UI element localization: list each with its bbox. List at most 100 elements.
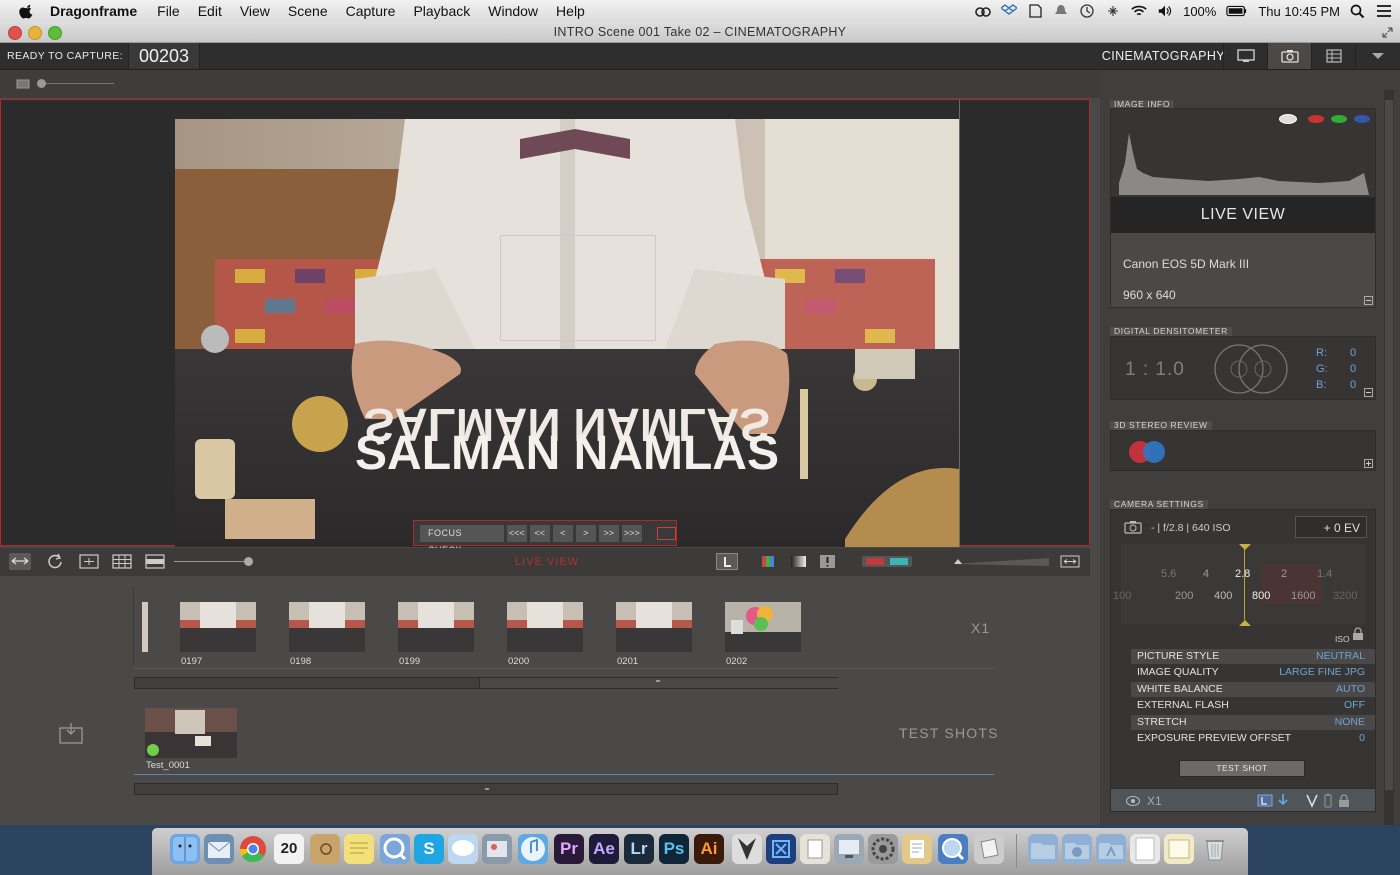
fit-width-icon[interactable]	[1059, 553, 1081, 570]
notes-dock-icon[interactable]	[344, 834, 374, 864]
histogram-blue-toggle[interactable]	[1354, 115, 1370, 123]
nav-first-button[interactable]: <<<	[506, 524, 527, 542]
test-shots-scrollbar[interactable]	[134, 783, 838, 795]
nav-back-button[interactable]: <	[552, 524, 573, 542]
focus-check-button[interactable]: FOCUS CHECK	[420, 524, 504, 555]
ev-compensation-field[interactable]: + 0 EV	[1295, 516, 1367, 538]
setting-row-picture-style[interactable]: PICTURE STYLE NEUTRAL	[1131, 649, 1375, 664]
bluetooth-icon[interactable]	[1105, 4, 1121, 18]
stereo-expand-button[interactable]	[1364, 459, 1373, 468]
zoom-window-button[interactable]	[48, 26, 62, 40]
dragonframe-dock-icon[interactable]	[732, 834, 762, 864]
menu-file[interactable]: File	[157, 3, 180, 19]
onion-skin-slider[interactable]	[174, 561, 250, 562]
onion-skin-handle[interactable]	[244, 557, 253, 566]
notification-bell-icon[interactable]	[1053, 4, 1069, 18]
quicktime-x-dock-icon[interactable]	[938, 834, 968, 864]
menu-scene[interactable]: Scene	[288, 3, 328, 19]
setting-row-exposure-preview-offset[interactable]: EXPOSURE PREVIEW OFFSET 0	[1131, 731, 1375, 746]
setting-row-image-quality[interactable]: IMAGE QUALITY LARGE FINE JPG	[1131, 665, 1375, 680]
menu-playback[interactable]: Playback	[413, 3, 470, 19]
after-effects-dock-icon[interactable]: Ae	[589, 834, 619, 864]
timeline-scroll-thumb[interactable]	[479, 678, 838, 688]
archive-utility-dock-icon[interactable]	[974, 834, 1004, 864]
live-view-viewer[interactable]: SALMAN NAMLAS SALMAN NAMLAS FOCUS CHECK …	[0, 99, 1090, 555]
applications-folder-dock-icon[interactable]	[1028, 834, 1058, 864]
premiere-dock-icon[interactable]: Pr	[554, 834, 584, 864]
lightroom-dock-icon[interactable]: Lr	[624, 834, 654, 864]
stereo-glasses-icon[interactable]	[860, 553, 916, 570]
script-editor-dock-icon[interactable]	[800, 834, 830, 864]
exposure-dial[interactable]: 5.6 4 2.8 2 1.4 100 200 400 800 1600 320…	[1113, 544, 1365, 626]
clock[interactable]: Thu 10:45 PM	[1258, 4, 1340, 19]
menu-edit[interactable]: Edit	[198, 3, 222, 19]
safe-area-icon[interactable]	[78, 553, 100, 570]
fullscreen-icon[interactable]	[1381, 26, 1394, 39]
focus-check-frame[interactable]	[500, 235, 656, 341]
preview-dock-icon[interactable]	[482, 834, 512, 864]
frame-thumb-0202[interactable]	[725, 602, 801, 652]
footer-lock-icon[interactable]	[1337, 793, 1351, 808]
wifi-icon[interactable]	[1131, 4, 1147, 18]
xcode-dock-icon[interactable]	[766, 834, 796, 864]
image-info-collapse-button[interactable]	[1364, 296, 1373, 305]
documents-folder-dock-icon[interactable]	[1096, 834, 1126, 864]
apple-icon[interactable]	[18, 2, 36, 20]
setting-row-external-flash[interactable]: EXTERNAL FLASH OFF	[1131, 698, 1375, 713]
spotlight-search-icon[interactable]	[1350, 4, 1366, 18]
workspace-menu-button[interactable]	[1355, 43, 1400, 69]
battery-icon[interactable]	[1226, 4, 1248, 18]
lock-icon[interactable]	[1351, 627, 1365, 641]
animation-view-button[interactable]	[1223, 43, 1268, 69]
cinematography-view-button[interactable]	[1267, 43, 1312, 69]
warning-icon[interactable]	[817, 553, 839, 570]
frame-thumb-0201[interactable]	[616, 602, 692, 652]
time-machine-icon[interactable]	[1079, 4, 1095, 18]
volume-icon[interactable]	[1157, 4, 1173, 18]
downloads-folder-dock-icon[interactable]	[1062, 834, 1092, 864]
menu-help[interactable]: Help	[556, 3, 585, 19]
viewer-zoom-handle[interactable]	[37, 79, 46, 88]
messages-dock-icon[interactable]	[448, 834, 478, 864]
mail-dock-icon[interactable]	[204, 834, 234, 864]
partial-frame-thumb[interactable]	[142, 602, 148, 652]
recent-file-dock-icon[interactable]	[1130, 834, 1160, 864]
histogram-green-toggle[interactable]	[1331, 115, 1347, 123]
screen-sharing-dock-icon[interactable]	[834, 834, 864, 864]
panel-scrollbar[interactable]	[1384, 90, 1394, 825]
import-test-shot-icon[interactable]	[58, 722, 86, 746]
video-assist-icon[interactable]	[1305, 793, 1319, 808]
frame-thumb-0200[interactable]	[507, 602, 583, 652]
horizontal-flip-button[interactable]	[9, 553, 31, 570]
skype-dock-icon[interactable]: S	[414, 834, 444, 864]
download-arrow-icon[interactable]	[1277, 793, 1289, 808]
trash-dock-icon[interactable]	[1200, 834, 1230, 864]
frame-thumb-0199[interactable]	[398, 602, 474, 652]
frame-thumb-0197[interactable]	[180, 602, 256, 652]
menu-app-name[interactable]: Dragonframe	[50, 3, 137, 19]
photoshop-dock-icon[interactable]: Ps	[659, 834, 689, 864]
textedit-dock-icon[interactable]	[902, 834, 932, 864]
grayscale-icon[interactable]	[788, 553, 810, 570]
stack-dock-icon[interactable]	[1164, 834, 1194, 864]
test-shot-button[interactable]: TEST SHOT	[1179, 760, 1305, 777]
setting-row-white-balance[interactable]: WHITE BALANCE AUTO	[1131, 682, 1375, 697]
letterbox-icon[interactable]	[144, 553, 166, 570]
close-window-button[interactable]	[8, 26, 22, 40]
grid-icon[interactable]	[111, 553, 133, 570]
creative-cloud-icon[interactable]	[975, 4, 991, 18]
histogram-luma-toggle[interactable]	[1279, 114, 1297, 124]
viewer-zoom-slider[interactable]	[38, 83, 114, 84]
xsheet-view-button[interactable]	[1311, 43, 1356, 69]
frame-thumb-0198[interactable]	[289, 602, 365, 652]
dropbox-icon[interactable]	[1001, 4, 1018, 18]
exposure-blend-slider[interactable]	[953, 556, 1053, 568]
itunes-dock-icon[interactable]	[518, 834, 548, 864]
finder-dock-icon[interactable]	[170, 834, 200, 864]
minimize-window-button[interactable]	[28, 26, 42, 40]
focus-rectangle-toggle[interactable]	[656, 526, 676, 540]
live-view-toggle[interactable]	[716, 553, 738, 570]
timeline-scrollbar[interactable]	[134, 677, 838, 689]
notes-icon[interactable]	[1027, 4, 1043, 18]
nav-back-far-button[interactable]: <<	[529, 524, 550, 542]
